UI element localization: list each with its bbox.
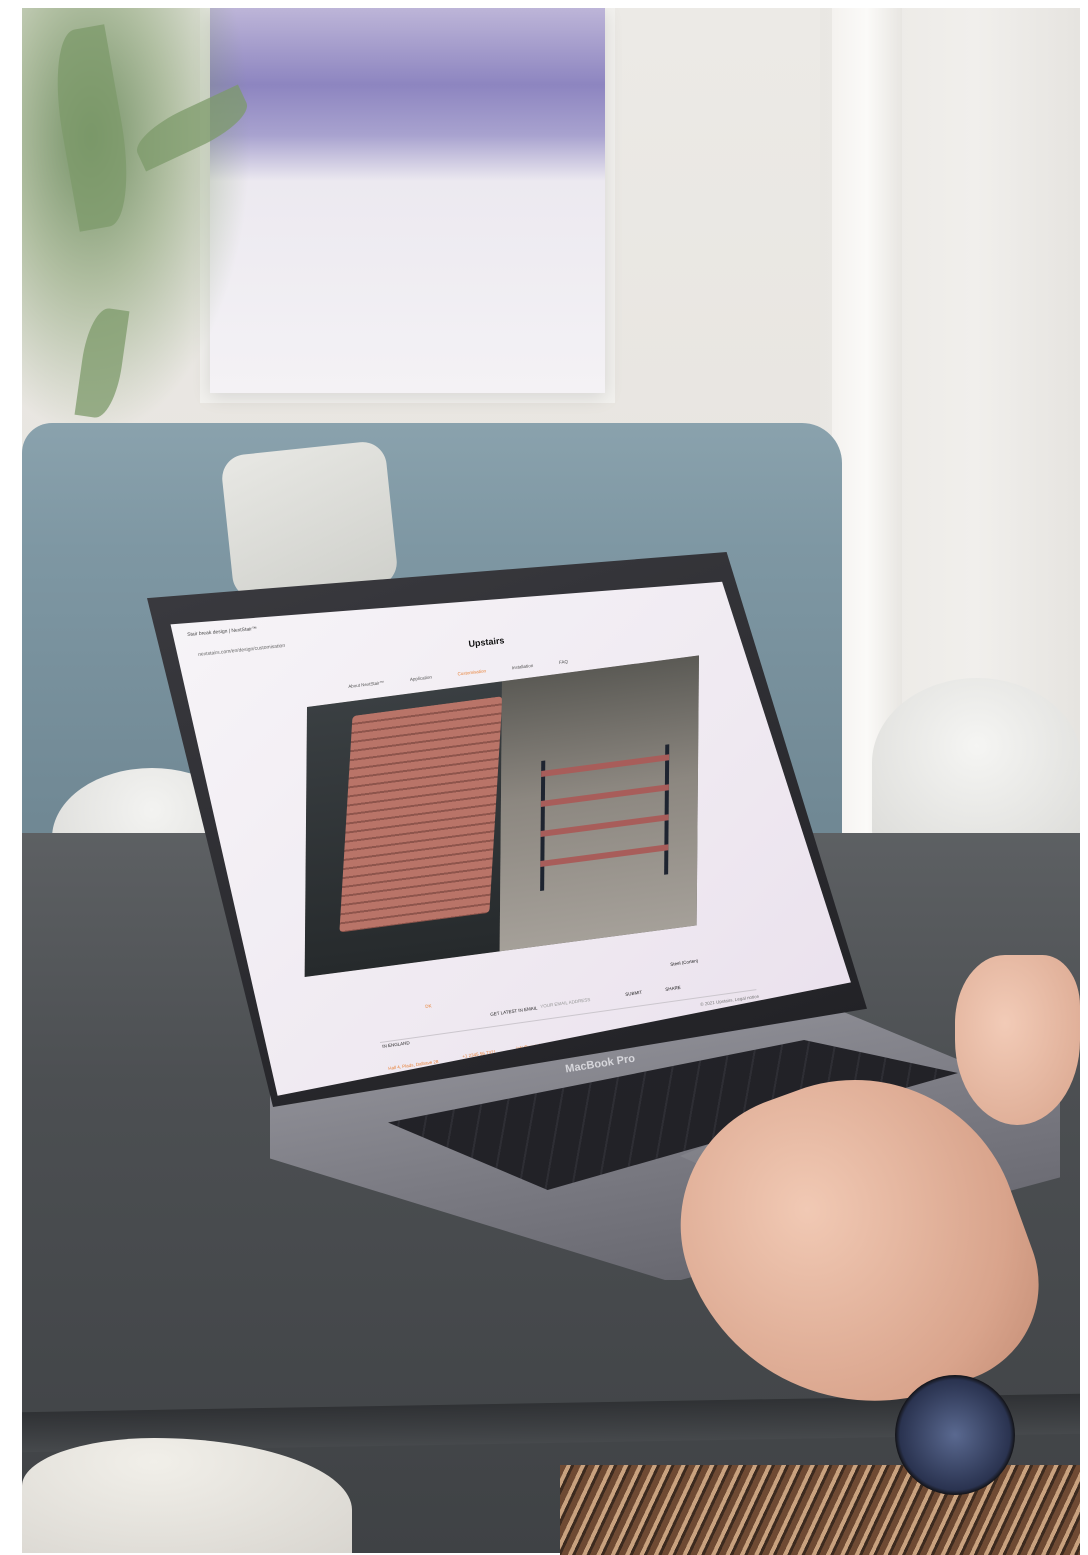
browser-url-bar[interactable]: nextstairs.com/en/design/customisation [198,643,285,658]
chair-right [872,678,1080,848]
sofa-cushion [219,439,400,602]
staircase-photo [304,655,699,977]
nav-item-about[interactable]: About NextStair™ [348,680,384,689]
photo-right-panel [499,655,699,952]
photo-left-panel [304,681,503,977]
nav-item-installation[interactable]: Installation [511,663,533,670]
language-link[interactable]: DK [425,1003,432,1009]
wrist-watch-icon [895,1375,1015,1495]
patterned-sleeve [560,1465,1080,1555]
stair-step [540,814,669,838]
freestanding-stair [540,744,670,892]
stair-step [541,754,670,778]
nav-item-customisation[interactable]: Customisation [457,668,486,676]
nav-item-faq[interactable]: FAQ [559,659,569,665]
browser-tab[interactable]: Stair break design | NextStair™ [187,626,257,638]
newsletter-submit-button[interactable]: SUBMIT [625,990,643,997]
newsletter-email-input[interactable]: YOUR EMAIL ADDRESS [540,997,591,1009]
wall-painting [210,8,605,393]
stair-step [540,844,669,868]
newsletter-label: GET LATEST IN EMAIL [490,1005,538,1017]
site-logo[interactable]: Upstairs [468,635,505,649]
share-label: SHARE [665,984,682,992]
person-hand-right [955,955,1080,1125]
potted-plant [22,8,252,438]
stair-step [540,784,669,808]
stair-treads-closeup [339,696,503,933]
nav-item-application[interactable]: Application [410,674,432,681]
image-caption: Steel (Corten) [670,958,699,967]
